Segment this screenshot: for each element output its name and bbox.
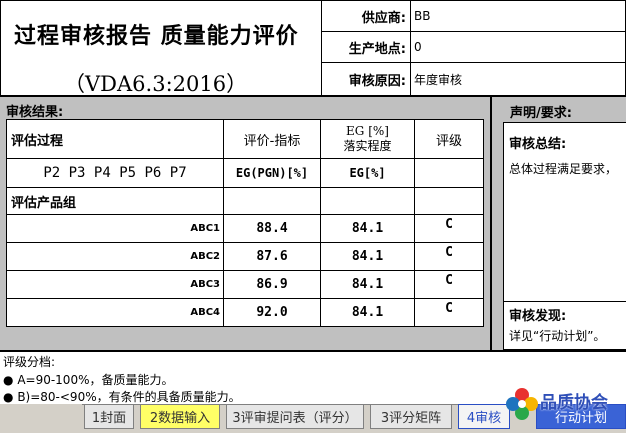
col-header-rating: 评价-指标 — [223, 119, 321, 159]
grade-empty-cell-2 — [414, 187, 484, 215]
rating-value: 92.0 — [223, 298, 321, 327]
grade-value: C — [414, 214, 484, 243]
audit-reason-label: 审核原因: — [321, 62, 411, 97]
tab-cover[interactable]: 1封面 — [84, 404, 134, 429]
process-list: P2 P3 P4 P5 P6 P7 — [6, 158, 224, 188]
logo-flower-icon — [506, 388, 538, 420]
eg-value: 84.1 — [320, 214, 415, 243]
location-label: 生产地点: — [321, 31, 411, 63]
supplier-label: 供应商: — [321, 0, 411, 32]
eg-pct-label: EG[%] — [320, 158, 415, 188]
location-value[interactable]: 0 — [410, 31, 626, 63]
summary-text[interactable]: 总体过程满足要求， — [509, 160, 626, 177]
col-header-process: 评估过程 — [6, 119, 224, 159]
supplier-value[interactable]: BB — [410, 0, 626, 32]
grade-value: C — [414, 298, 484, 327]
product-name: ABC2 — [6, 242, 224, 271]
tab-data-input[interactable]: 2数据输入 — [140, 404, 220, 429]
rating-empty-cell — [223, 187, 321, 215]
grading-item-a: ● A=90-100%，备质量能力。 — [3, 373, 174, 387]
statement-title: 声明/要求: — [510, 106, 572, 121]
findings-title: 审核发现: — [509, 309, 567, 324]
audit-reason-value[interactable]: 年度审核 — [410, 62, 626, 97]
grade-empty-cell — [414, 158, 484, 188]
eg-value: 84.1 — [320, 270, 415, 299]
tab-audit[interactable]: 4审核 — [458, 404, 510, 429]
report-title: 过程审核报告 质量能力评价 — [14, 23, 299, 49]
product-name: ABC1 — [6, 214, 224, 243]
rating-value: 87.6 — [223, 242, 321, 271]
product-name: ABC4 — [6, 298, 224, 327]
report-subtitle: （VDA6.3:2016） — [64, 72, 248, 96]
logo-text: 品质协会 — [540, 393, 608, 413]
product-group-label: 评估产品组 — [6, 187, 224, 215]
summary-title: 审核总结: — [509, 137, 567, 152]
logo: 品质协会 — [504, 384, 626, 424]
eg-value: 84.1 — [320, 242, 415, 271]
tab-score-matrix[interactable]: 3评分矩阵 — [370, 404, 452, 429]
grade-value: C — [414, 242, 484, 271]
rating-value: 86.9 — [223, 270, 321, 299]
product-name: ABC3 — [6, 270, 224, 299]
eg-value: 84.1 — [320, 298, 415, 327]
col-header-eg: EG [%] 落实程度 — [320, 119, 415, 159]
col-header-grade: 评级 — [414, 119, 484, 159]
results-section-title: 审核结果: — [6, 105, 64, 120]
bullet-icon: ● — [3, 390, 14, 404]
grade-value: C — [414, 270, 484, 299]
grading-item-b: ● B)=80-<90%，有条件的具备质量能力。 — [3, 390, 241, 404]
rating-value: 88.4 — [223, 214, 321, 243]
eg-pgn-label: EG(PGN)[%] — [223, 158, 321, 188]
findings-text[interactable]: 详见“行动计划”。 — [509, 327, 626, 344]
bullet-icon: ● — [3, 373, 14, 387]
grading-title: 评级分档: — [3, 355, 56, 369]
tab-audit-questionnaire[interactable]: 3评审提问表（评分） — [226, 404, 364, 429]
eg-empty-cell — [320, 187, 415, 215]
tab-scroll-arrows[interactable] — [0, 404, 82, 429]
